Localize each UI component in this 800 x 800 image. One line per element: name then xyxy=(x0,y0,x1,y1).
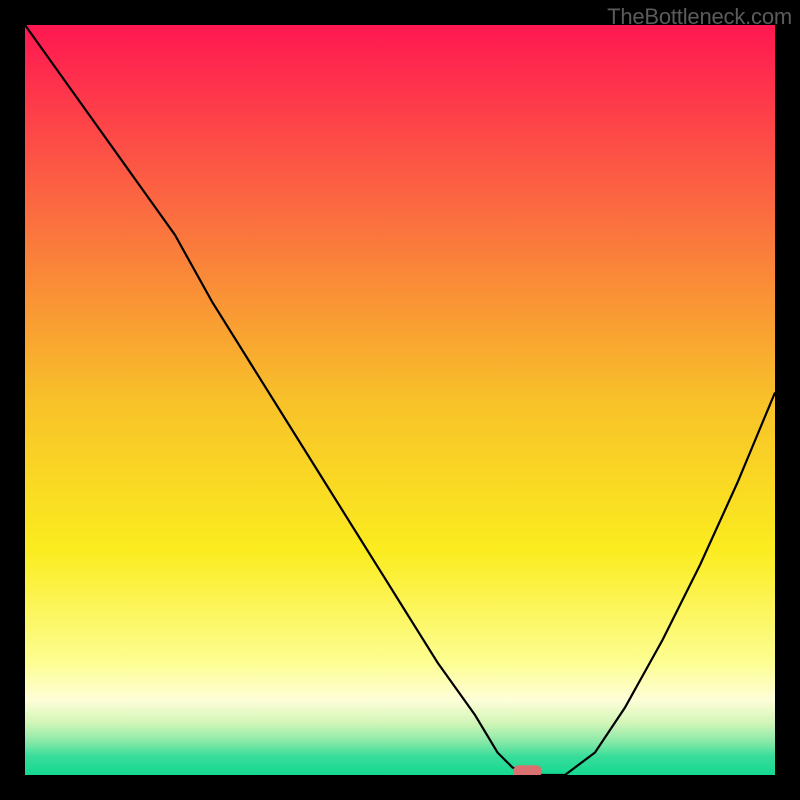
gradient-background xyxy=(25,25,775,775)
optimal-marker xyxy=(514,765,542,775)
bottleneck-chart xyxy=(25,25,775,775)
chart-frame: TheBottleneck.com xyxy=(0,0,800,800)
